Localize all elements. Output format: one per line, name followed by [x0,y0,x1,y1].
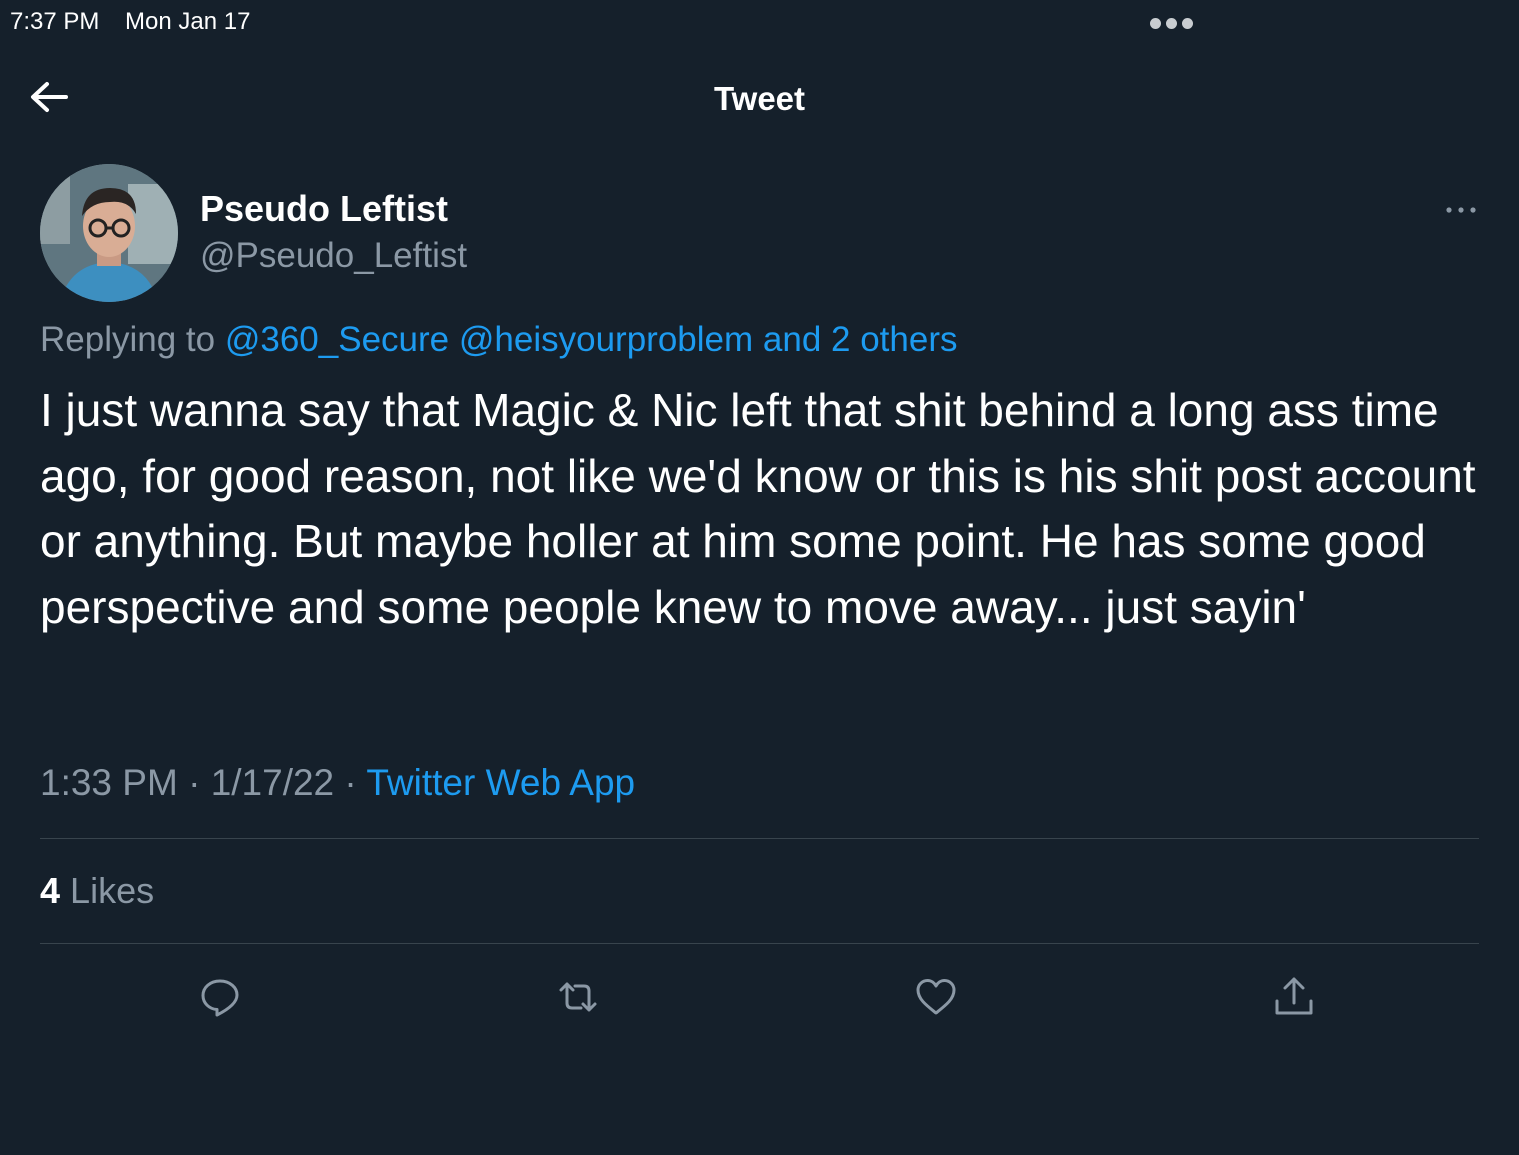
status-time: 7:37 PM [10,8,100,35]
page-title: Tweet [713,80,806,117]
retweet-icon [559,982,597,1012]
divider [40,943,1479,944]
retweet-button[interactable] [556,975,600,1019]
share-button[interactable] [1272,975,1316,1019]
mention-link[interactable]: @heisyourproblem [459,320,753,359]
tweet-source-link[interactable]: Twitter Web App [366,762,635,803]
mention-link[interactable]: @360_Secure [225,320,449,359]
like-button[interactable] [914,975,958,1019]
likes-label: Likes [70,870,155,911]
meta-separator: · [344,762,357,803]
tweet-meta: 1:33 PM · 1/17/22 · Twitter Web App [40,762,635,804]
divider [40,838,1479,839]
avatar[interactable] [40,164,178,302]
others-link[interactable]: and 2 others [763,320,958,359]
status-date: Mon Jan 17 [125,8,251,35]
heart-icon [916,979,956,1015]
author-name[interactable]: Pseudo Leftist [200,188,448,230]
share-icon [1275,977,1313,1015]
reply-icon [201,979,239,1017]
author-handle[interactable]: @Pseudo_Leftist [200,236,467,276]
tweet-detail-screen: 7:37 PM Mon Jan 17 Tweet Pseudo Leftist … [0,0,1519,1155]
avatar-photo [40,164,178,302]
replying-to-label: Replying to [40,320,216,359]
likes-count[interactable]: 4 Likes [40,870,154,912]
tweet-text: I just wanna say that Magic & Nic left t… [40,384,1476,633]
reply-button[interactable] [198,975,242,1019]
tweet-time[interactable]: 1:33 PM [40,762,178,803]
multitasking-dots-icon[interactable] [1150,18,1193,29]
tweet-date[interactable]: 1/17/22 [211,762,334,803]
likes-number: 4 [40,870,61,911]
more-options-button[interactable] [1444,200,1478,220]
more-horizontal-icon [1446,207,1476,213]
replying-to: Replying to @360_Secure @heisyourproblem… [40,320,957,360]
meta-separator: · [188,762,201,803]
